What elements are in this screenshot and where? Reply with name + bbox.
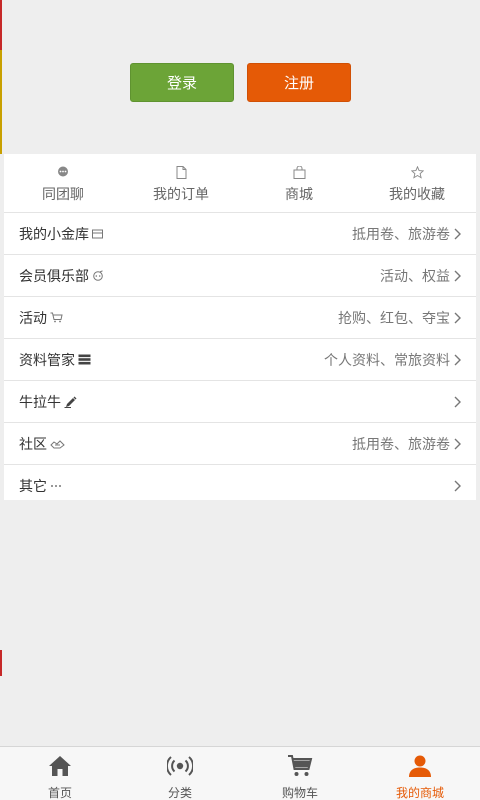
menu-item-community[interactable]: 社区 抵用卷、旅游卷: [4, 423, 476, 465]
shopping-cart-icon: [287, 753, 313, 778]
menu-item-title: 资料管家: [19, 339, 91, 380]
chevron-right-icon: [453, 396, 462, 408]
cart-icon: [50, 311, 63, 325]
app-screen: 登录 注册 同团聊 我的订单 商城 我的收藏 我的小金库 抵用卷、旅游卷 会员俱…: [0, 0, 480, 800]
bottom-tab-bar: 首页 分类 购物车 我的商城: [0, 746, 480, 800]
menu-item-label: 会员俱乐部: [19, 268, 89, 285]
menu-item-detail: 抵用卷、旅游卷: [352, 423, 462, 464]
menu-item-detail: 个人资料、常旅资料: [324, 339, 462, 380]
tab-label: 首页: [47, 786, 72, 800]
chevron-right-icon: [453, 354, 462, 366]
tab-cart[interactable]: 购物车: [240, 747, 360, 800]
edge-mark-low: [0, 650, 2, 676]
menu-item-niulaniu[interactable]: 牛拉牛: [4, 381, 476, 423]
chevron-right-icon: [453, 312, 462, 324]
tab-label: 购物车: [281, 786, 318, 800]
menu-item-title: 会员俱乐部: [19, 255, 104, 296]
chevron-right-icon: [453, 228, 462, 240]
menu-item-label: 社区: [19, 436, 47, 453]
menu-item-detail-text: 活动、权益: [380, 268, 450, 285]
quick-link-favorites[interactable]: 我的收藏: [358, 154, 476, 212]
menu-item-member-club[interactable]: 会员俱乐部 活动、权益: [4, 255, 476, 297]
menu-item-label: 其它: [19, 478, 47, 495]
club-icon: [92, 269, 104, 283]
quick-link-orders[interactable]: 我的订单: [122, 154, 240, 212]
wallet-icon: [92, 227, 103, 241]
quick-link-label: 我的订单: [153, 187, 209, 203]
tab-home[interactable]: 首页: [0, 747, 120, 800]
menu-list: 我的小金库 抵用卷、旅游卷 会员俱乐部 活动、权益 活动 抢购、红包、夺宝 资料…: [4, 213, 476, 507]
menu-item-detail: 抵用卷、旅游卷: [352, 213, 462, 254]
chevron-right-icon: [453, 438, 462, 450]
pen-icon: [64, 395, 77, 409]
broadcast-icon: [167, 753, 193, 778]
menu-item-detail: [450, 381, 462, 422]
register-button[interactable]: 注册: [247, 63, 351, 102]
quick-link-mall[interactable]: 商城: [240, 154, 358, 212]
chat-bubble-icon: [56, 165, 70, 179]
tab-categories[interactable]: 分类: [120, 747, 240, 800]
quick-link-group-chat[interactable]: 同团聊: [4, 154, 122, 212]
menu-item-label: 我的小金库: [19, 226, 89, 243]
menu-item-title: 其它: [19, 465, 62, 506]
document-icon: [174, 165, 188, 179]
menu-item-detail: 抢购、红包、夺宝: [338, 297, 462, 338]
community-icon: [50, 437, 65, 451]
menu-item-detail: [450, 465, 462, 506]
menu-item-detail: 活动、权益: [380, 255, 462, 296]
quick-link-label: 商城: [285, 187, 313, 203]
menu-item-title: 我的小金库: [19, 213, 103, 254]
menu-item-label: 牛拉牛: [19, 394, 61, 411]
login-button[interactable]: 登录: [130, 63, 234, 102]
quick-link-label: 我的收藏: [389, 187, 445, 203]
tab-my-mall[interactable]: 我的商城: [360, 747, 480, 800]
account-header: 登录 注册: [0, 0, 480, 154]
menu-item-title: 牛拉牛: [19, 381, 77, 422]
menu-item-title: 社区: [19, 423, 65, 464]
menu-item-label: 活动: [19, 310, 47, 327]
account-menu-card: 同团聊 我的订单 商城 我的收藏 我的小金库 抵用卷、旅游卷 会员俱乐部 活动、…: [4, 154, 476, 500]
quick-links: 同团聊 我的订单 商城 我的收藏: [4, 154, 476, 213]
menu-item-detail-text: 抢购、红包、夺宝: [338, 310, 450, 327]
home-icon: [47, 753, 73, 778]
quick-link-label: 同团聊: [42, 187, 84, 203]
menu-item-profile-manager[interactable]: 资料管家 个人资料、常旅资料: [4, 339, 476, 381]
user-icon: [407, 753, 433, 778]
star-icon: [410, 165, 424, 179]
menu-item-other[interactable]: 其它: [4, 465, 476, 507]
chevron-right-icon: [453, 270, 462, 282]
menu-item-label: 资料管家: [19, 352, 75, 369]
list-icon: [78, 353, 91, 367]
menu-item-detail-text: 抵用卷、旅游卷: [352, 226, 450, 243]
menu-item-detail-text: 个人资料、常旅资料: [324, 352, 450, 369]
ellipsis-icon: [50, 479, 62, 493]
chevron-right-icon: [453, 480, 462, 492]
menu-item-title: 活动: [19, 297, 63, 338]
shopping-bag-icon: [292, 165, 306, 179]
tab-label: 分类: [167, 786, 192, 800]
menu-item-detail-text: 抵用卷、旅游卷: [352, 436, 450, 453]
tab-label: 我的商城: [395, 786, 444, 800]
menu-item-wallet[interactable]: 我的小金库 抵用卷、旅游卷: [4, 213, 476, 255]
menu-item-activities[interactable]: 活动 抢购、红包、夺宝: [4, 297, 476, 339]
